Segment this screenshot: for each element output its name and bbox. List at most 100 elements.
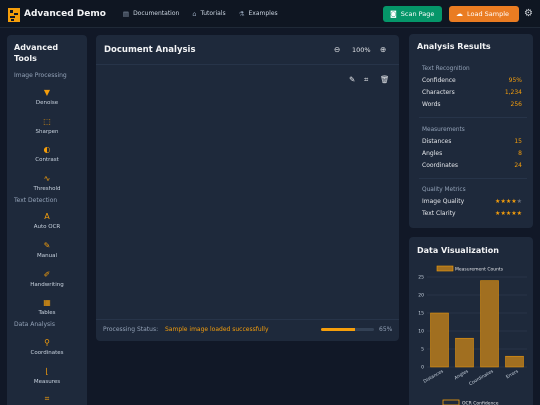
result-label: Text Clarity (422, 210, 456, 217)
y-tick-label: 15 (418, 311, 424, 317)
tool-tables-label: Tables (38, 310, 56, 316)
section-divider (419, 178, 527, 179)
legend-swatch (436, 265, 454, 272)
status-text: Sample image loaded successfully (165, 326, 269, 333)
result-row: Angles 8 (422, 150, 522, 157)
result-label: Image Quality (422, 198, 465, 205)
table-icon: ▦ (43, 298, 51, 307)
result-label: Confidence (422, 77, 456, 84)
zoom-out-icon[interactable]: ⊖ (334, 45, 340, 54)
status-divider (96, 319, 399, 320)
data-visualization-panel: Data Visualization 0 5 10 15 20 25 Measurement… (409, 237, 533, 405)
nav-documentation[interactable]: ▤ Documentation (123, 10, 179, 18)
result-label: Characters (422, 89, 455, 96)
app-title: Advanced Demo (24, 8, 106, 19)
result-value: 256 (510, 101, 522, 108)
bar (430, 312, 449, 368)
progress-bar-fill (321, 328, 356, 331)
top-header: Advanced Demo ▤ Documentation ⌂ Tutorial… (0, 0, 540, 28)
section-image-processing: Image Processing (14, 72, 67, 79)
bar (480, 280, 499, 368)
result-row: Distances 15 (422, 138, 522, 145)
legend-label: OCR Confidence (462, 401, 499, 405)
nav-tutorials[interactable]: ⌂ Tutorials (192, 10, 225, 18)
tool-threshold-label: Threshold (33, 186, 61, 192)
results-title: Analysis Results (417, 42, 491, 51)
tool-auto-ocr[interactable]: A Auto OCR (7, 211, 87, 230)
zoom-in-icon[interactable]: ⊕ (380, 45, 386, 54)
pencil-icon[interactable]: ✎ (349, 75, 355, 84)
flask-icon: ⚗ (238, 9, 245, 18)
result-label: Words (422, 101, 441, 108)
result-label: Distances (422, 138, 452, 145)
top-nav: ▤ Documentation ⌂ Tutorials ⚗ Examples (123, 10, 291, 18)
tool-tables[interactable]: ▦ Tables (7, 297, 87, 316)
legend-swatch (442, 399, 460, 405)
result-value: 15 (514, 138, 522, 145)
bar (505, 355, 524, 368)
tool-measures[interactable]: ⌊ Measures (7, 366, 87, 385)
sharpen-icon: ⬚ (43, 117, 51, 126)
nav-documentation-label: Documentation (133, 10, 180, 17)
result-label: Angles (422, 150, 443, 157)
tool-threshold[interactable]: ∿ Threshold (7, 173, 87, 192)
zoom-level: 100% (352, 46, 371, 54)
tools-sidebar: Advanced Tools Image Processing ▼ Denois… (7, 35, 87, 405)
tool-coordinates[interactable]: ⚲ Coordinates (7, 337, 87, 356)
scan-page-button[interactable]: ◙ Scan Page (383, 6, 442, 22)
tool-contrast[interactable]: ◐ Contrast (7, 144, 87, 163)
tool-coordinates-label: Coordinates (30, 350, 64, 356)
result-value: 24 (514, 162, 522, 169)
tool-crop[interactable]: ⌗ (7, 393, 87, 404)
legend-label: Measurement Counts (455, 267, 504, 273)
x-tick-label: Distances (422, 368, 445, 385)
document-panel: Document Analysis ⊖ 100% ⊕ ✎ ⌗ 🗑 Process… (96, 35, 399, 341)
load-sample-button[interactable]: ☁ Load Sample (449, 6, 519, 22)
tool-handwriting-label: Handwriting (30, 282, 64, 288)
camera-icon: ◙ (390, 10, 397, 18)
pen-icon: ✐ (43, 270, 51, 279)
tool-manual[interactable]: ✎ Manual (7, 240, 87, 259)
result-row: Words 256 (422, 101, 522, 108)
nav-tutorials-label: Tutorials (200, 10, 226, 17)
star-empty-icon: ★ (516, 198, 522, 205)
y-tick-label: 0 (421, 365, 424, 371)
result-value: 1,234 (504, 89, 522, 96)
x-tick-label: Coordinates (468, 368, 495, 387)
hand-icon: ✎ (43, 241, 51, 250)
document-title: Document Analysis (104, 45, 196, 55)
result-value: 95% (508, 77, 522, 84)
x-tick-label: Errors (505, 368, 520, 380)
scan-page-label: Scan Page (400, 10, 435, 18)
result-label: Coordinates (422, 162, 459, 169)
tool-contrast-label: Contrast (35, 157, 59, 163)
bar-chart: 0 5 10 15 20 25 Measurement Counts Distances Ang… (418, 265, 527, 405)
result-row: Characters 1,234 (422, 89, 522, 96)
result-row: Confidence 95% (422, 77, 522, 84)
graduation-cap-icon: ⌂ (192, 9, 197, 18)
y-tick-label: 25 (418, 275, 424, 281)
section-divider (419, 117, 527, 118)
auto-ocr-icon: A (44, 212, 50, 221)
text-recognition-heading: Text Recognition (422, 66, 470, 72)
progress-bar (321, 328, 374, 331)
trash-icon[interactable]: 🗑 (380, 75, 390, 84)
panel-divider (96, 64, 399, 65)
measurements-heading: Measurements (422, 127, 465, 133)
tool-auto-ocr-label: Auto OCR (33, 224, 61, 230)
y-tick-label: 10 (418, 329, 424, 335)
crop-icon: ⌗ (44, 394, 50, 403)
status-label: Processing Status: (103, 326, 159, 333)
tool-denoise[interactable]: ▼ Denoise (7, 87, 87, 106)
bar (455, 337, 474, 368)
nav-examples[interactable]: ⚗ Examples (239, 10, 278, 18)
y-tick-label: 20 (418, 293, 424, 299)
load-sample-label: Load Sample (467, 10, 510, 18)
tool-handwriting[interactable]: ✐ Handwriting (7, 269, 87, 288)
tool-sharpen-label: Sharpen (35, 129, 59, 135)
app-logo-icon (8, 7, 20, 22)
gear-icon[interactable]: ⚙ (524, 8, 533, 19)
select-area-icon[interactable]: ⌗ (364, 75, 368, 85)
tool-sharpen[interactable]: ⬚ Sharpen (7, 116, 87, 135)
quality-metrics-heading: Quality Metrics (422, 187, 466, 193)
